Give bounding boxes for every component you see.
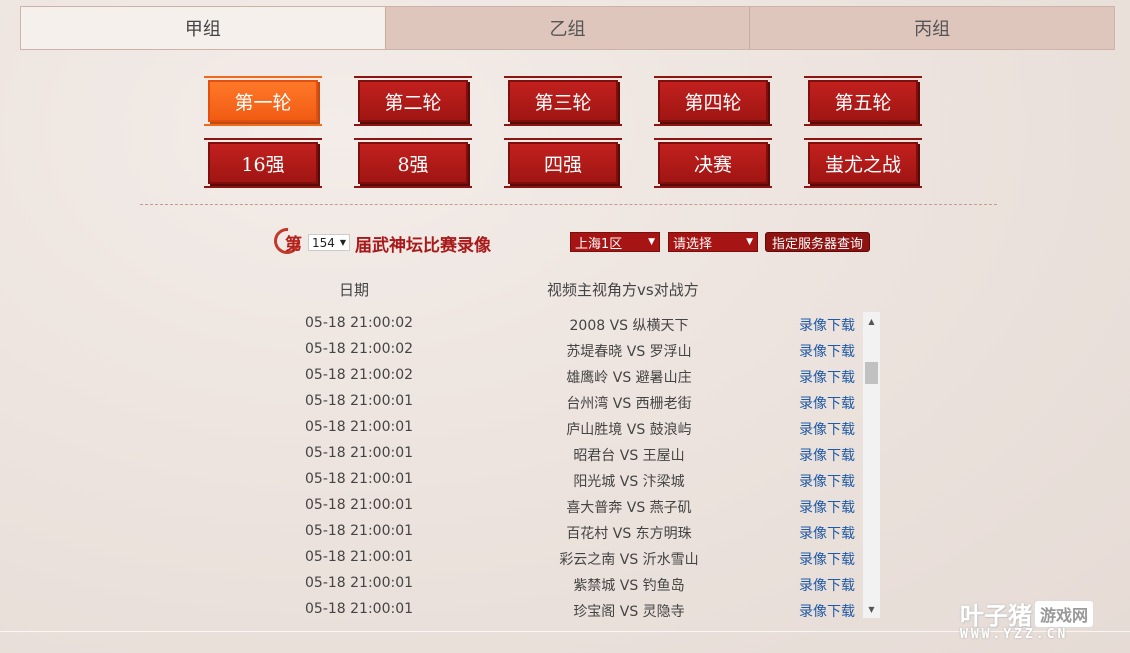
page-title: 届武神坛比赛录像 [355,236,491,256]
download-link[interactable]: 录像下载 [799,549,855,569]
download-link[interactable]: 录像下载 [799,393,855,413]
table-row: 05-18 21:00:02 2008 VS 纵横天下 录像下载 [293,312,863,338]
row-date: 05-18 21:00:02 [305,341,414,357]
round-buttons: 第一轮 第二轮 第三轮 第四轮 第五轮 16强 8强 四强 决赛 蚩尤之战 [204,76,928,188]
row-date: 05-18 21:00:01 [305,419,414,435]
round-button-5[interactable]: 第五轮 [804,76,922,126]
table-row: 05-18 21:00:02 雄鹰岭 VS 避暑山庄 录像下载 [293,364,863,390]
table-row: 05-18 21:00:01 紫禁城 VS 钓鱼岛 录像下载 [293,572,863,598]
table-row: 05-18 21:00:01 百花村 VS 东方明珠 录像下载 [293,520,863,546]
row-date: 05-18 21:00:01 [305,445,414,461]
download-link[interactable]: 录像下载 [799,523,855,543]
session-value: 154 [312,235,335,250]
row-date: 05-18 21:00:02 [305,315,414,331]
server-query-button[interactable]: 指定服务器查询 [765,232,870,252]
round-button-3[interactable]: 第三轮 [504,76,622,126]
row-date: 05-18 21:00:01 [305,549,414,565]
row-match: 2008 VS 纵横天下 [569,318,689,334]
watermark-url: WWW.YZZ.CN [960,627,1069,642]
round-button-top4[interactable]: 四强 [504,138,622,188]
download-link[interactable]: 录像下载 [799,601,855,618]
table-row: 05-18 21:00:01 喜大普奔 VS 燕子矶 录像下载 [293,494,863,520]
tab-group-a[interactable]: 甲组 [21,7,385,49]
row-date: 05-18 21:00:01 [305,393,414,409]
title-prefix: 第 [285,235,302,255]
round-button-chiyou[interactable]: 蚩尤之战 [804,138,922,188]
download-link[interactable]: 录像下载 [799,445,855,465]
watermark-brand: 叶子猪 [960,602,1032,630]
chevron-down-icon: ▼ [648,237,655,247]
row-match: 百花村 VS 东方明珠 [566,526,692,542]
chevron-down-icon: ▼ [339,238,346,247]
column-header-match: 视频主视角方vs对战方 [547,281,699,299]
table-row: 05-18 21:00:01 彩云之南 VS 沂水雪山 录像下载 [293,546,863,572]
row-match: 庐山胜境 VS 鼓浪屿 [566,422,692,438]
table-row: 05-18 21:00:01 阳光城 VS 汴梁城 录像下载 [293,468,863,494]
row-date: 05-18 21:00:01 [305,471,414,487]
tab-group-c[interactable]: 丙组 [749,7,1115,49]
watermark-badge: 游戏网 [1034,599,1095,628]
row-match: 昭君台 VS 王屋山 [573,448,685,464]
table-row: 05-18 21:00:01 台州湾 VS 西栅老街 录像下载 [293,390,863,416]
row-date: 05-18 21:00:01 [305,497,414,513]
row-match: 紫禁城 VS 钓鱼岛 [573,578,685,594]
round-button-4[interactable]: 第四轮 [654,76,772,126]
scroll-up-arrow-icon[interactable]: ▲ [863,314,880,328]
round-button-2[interactable]: 第二轮 [354,76,472,126]
row-date: 05-18 21:00:01 [305,601,414,617]
table-row: 05-18 21:00:01 昭君台 VS 王屋山 录像下载 [293,442,863,468]
scrollbar-thumb[interactable] [865,362,878,384]
row-match: 雄鹰岭 VS 避暑山庄 [566,370,692,386]
download-link[interactable]: 录像下载 [799,575,855,595]
tab-group-b[interactable]: 乙组 [384,7,750,49]
row-date: 05-18 21:00:01 [305,523,414,539]
sub-server-select-value: 请选择 [673,236,713,252]
row-match: 喜大普奔 VS 燕子矶 [566,500,692,516]
round-button-top16[interactable]: 16强 [204,138,322,188]
row-match: 台州湾 VS 西栅老街 [566,396,692,412]
server-select-value: 上海1区 [575,236,623,252]
title-row: 第 154 ▼ 届武神坛比赛录像 上海1区 ▼ 请选择 ▼ 指定服务器查询 [268,222,892,260]
row-date: 05-18 21:00:02 [305,367,414,383]
group-tabs: 甲组 乙组 丙组 [20,6,1115,50]
match-list: 05-18 21:00:02 2008 VS 纵横天下 录像下载 05-18 21:… [293,312,863,618]
column-header-date: 日期 [339,281,370,299]
row-match: 阳光城 VS 汴梁城 [573,474,685,490]
download-link[interactable]: 录像下载 [799,471,855,491]
download-link[interactable]: 录像下载 [799,419,855,439]
server-select[interactable]: 上海1区 ▼ [570,232,660,252]
download-link[interactable]: 录像下载 [799,367,855,387]
round-button-final[interactable]: 决赛 [654,138,772,188]
table-row: 05-18 21:00:02 苏堤春晓 VS 罗浮山 录像下载 [293,338,863,364]
row-match: 苏堤春晓 VS 罗浮山 [566,344,692,360]
download-link[interactable]: 录像下载 [799,341,855,361]
dashed-divider [140,204,997,205]
watermark-logo: 叶子猪 游戏网 WWW.YZZ.CN [960,596,1120,644]
sub-server-select[interactable]: 请选择 ▼ [668,232,758,252]
row-date: 05-18 21:00:01 [305,575,414,591]
table-row: 05-18 21:00:01 珍宝阁 VS 灵隐寺 录像下载 [293,598,863,618]
round-button-1[interactable]: 第一轮 [204,76,322,126]
download-link[interactable]: 录像下载 [799,497,855,517]
scroll-down-arrow-icon[interactable]: ▼ [863,602,880,616]
download-link[interactable]: 录像下载 [799,315,855,335]
table-row: 05-18 21:00:01 庐山胜境 VS 鼓浪屿 录像下载 [293,416,863,442]
session-select[interactable]: 154 ▼ [308,234,350,251]
row-match: 彩云之南 VS 沂水雪山 [559,552,699,568]
chevron-down-icon: ▼ [746,237,753,247]
list-scrollbar[interactable]: ▲ ▼ [863,312,880,618]
round-button-top8[interactable]: 8强 [354,138,472,188]
row-match: 珍宝阁 VS 灵隐寺 [573,604,685,618]
